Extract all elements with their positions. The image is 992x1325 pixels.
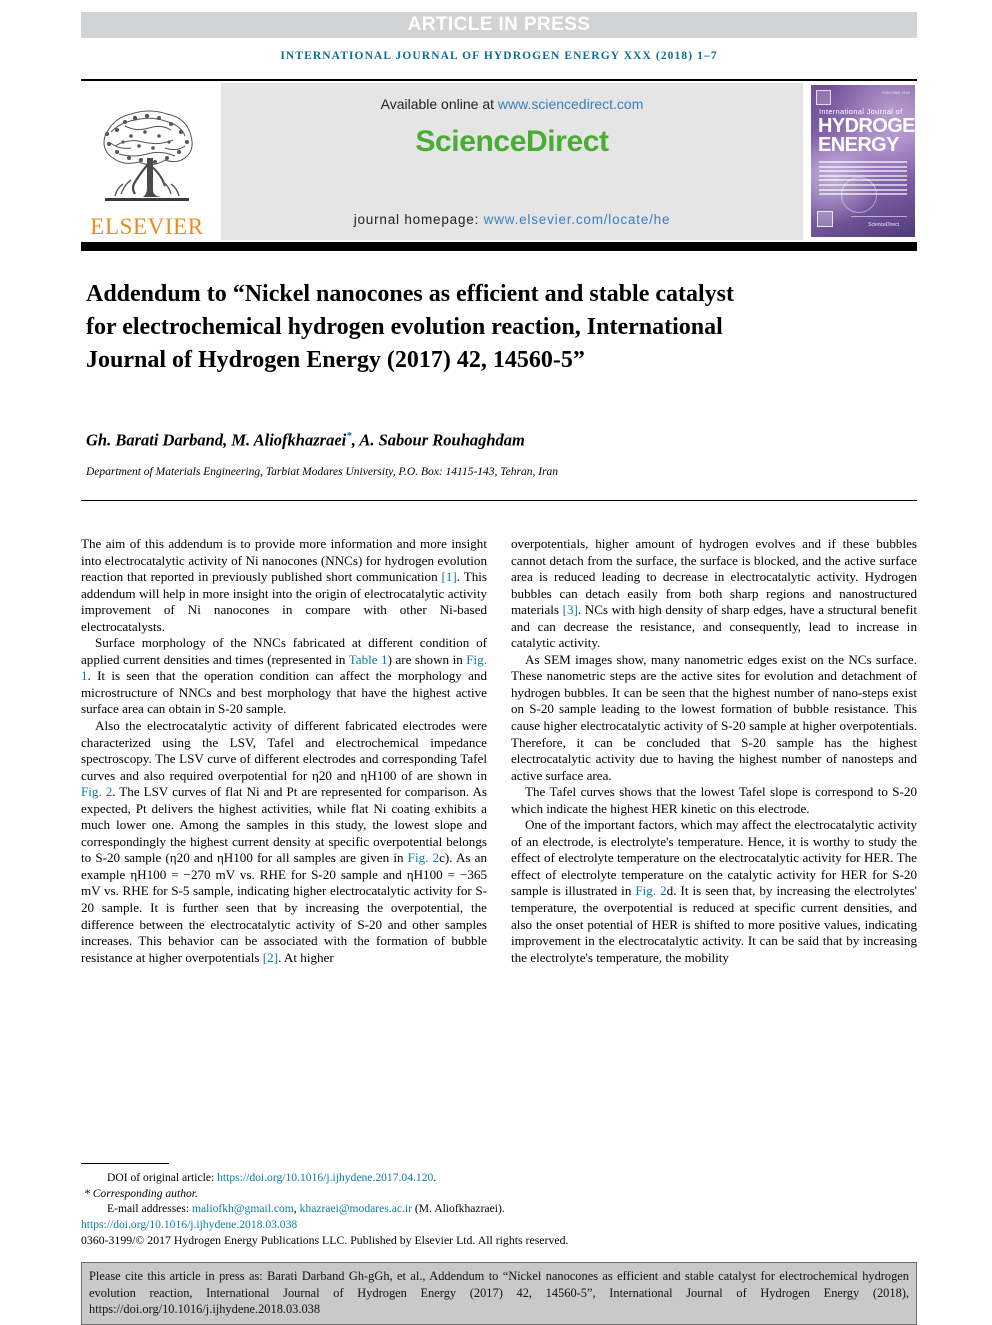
cover-hydrogen-word: HYDROGEN xyxy=(818,115,915,137)
body-column-right: overpotentials, higher amount of hydroge… xyxy=(511,536,917,966)
footnote-corresponding-author: * Corresponding author. xyxy=(84,1186,198,1200)
masthead-bottom-bar xyxy=(81,242,917,251)
journal-cover-image: ISSN 0360-3199 International Journal of … xyxy=(811,85,915,237)
hek-logo-bottom-icon xyxy=(817,211,833,227)
eta-100-symbol: ηH100 xyxy=(406,866,443,882)
figure-2d-link[interactable]: Fig. 2 xyxy=(635,883,666,898)
paragraph: Also the electrocatalytic activity of di… xyxy=(81,718,487,966)
journal-cover-block: ISSN 0360-3199 International Journal of … xyxy=(811,83,917,240)
figure-2-link[interactable]: Fig. 2 xyxy=(81,784,112,799)
paragraph: The aim of this addendum is to provide m… xyxy=(81,536,487,635)
elsevier-tree-icon xyxy=(103,110,193,201)
article-in-press-label: ARTICLE IN PRESS xyxy=(407,14,591,35)
authors-text-tail: , A. Sabour Rouhaghdam xyxy=(351,430,525,450)
text-run: DOI of original article: xyxy=(107,1171,218,1184)
affiliation: Department of Materials Engineering, Tar… xyxy=(86,466,559,478)
figure-2c-link[interactable]: Fig. 2 xyxy=(408,850,439,865)
running-head: INTERNATIONAL JOURNAL OF HYDROGEN ENERGY… xyxy=(280,50,718,62)
page-title: Addendum to “Nickel nanocones as efficie… xyxy=(86,281,735,374)
cite-this-article-box: Please cite this article in press as: Ba… xyxy=(81,1262,917,1325)
cover-circle-decoration xyxy=(841,177,877,213)
article-doi-link[interactable]: https://doi.org/10.1016/j.ijhydene.2018.… xyxy=(81,1218,297,1231)
paragraph: overpotentials, higher amount of hydroge… xyxy=(511,536,917,652)
footnote-rule xyxy=(81,1163,169,1164)
eta-20-symbol: η20 xyxy=(169,850,190,866)
table-1-link[interactable]: Table 1 xyxy=(349,652,388,667)
paragraph: Surface morphology of the NNCs fabricate… xyxy=(81,635,487,718)
footnote-doi-original: DOI of original article: https://doi.org… xyxy=(81,1170,921,1186)
body-column-left: The aim of this addendum is to provide m… xyxy=(81,536,487,966)
text-run: = −270 mV vs. RHE for S-20 sample and xyxy=(166,866,407,882)
footnote-block: DOI of original article: https://doi.org… xyxy=(81,1170,921,1249)
hek-logo-icon xyxy=(816,90,831,105)
available-online-line: Available online at www.sciencedirect.co… xyxy=(221,96,803,112)
eta-100-symbol: ηH100 xyxy=(360,767,397,783)
original-article-doi-link[interactable]: https://doi.org/10.1016/j.ijhydene.2017.… xyxy=(217,1171,433,1184)
sciencedirect-box: Available online at www.sciencedirect.co… xyxy=(221,83,803,240)
masthead-top-rule xyxy=(81,79,917,81)
cover-energy-word: ENERGY xyxy=(818,134,899,156)
article-in-press-banner: ARTICLE IN PRESS xyxy=(81,12,917,38)
text-run: . xyxy=(433,1171,437,1184)
cover-imprint: ScienceDirect xyxy=(868,222,899,228)
journal-homepage-label: journal homepage: xyxy=(353,212,484,227)
paragraph: One of the important factors, which may … xyxy=(511,817,917,966)
email-link-2[interactable]: khazraei@modares.ac.ir xyxy=(300,1202,412,1215)
text-run: and xyxy=(331,767,361,783)
text-run: ) are shown in xyxy=(387,651,467,667)
text-run: of are shown in xyxy=(396,767,487,783)
reference-link-3[interactable]: [3] xyxy=(563,602,578,617)
text-run: . At higher xyxy=(278,949,334,965)
text-run: and xyxy=(189,850,217,866)
reference-link-1[interactable]: [1] xyxy=(442,569,457,584)
author-list: Gh. Barati Darband, M. Aliofkhazraei*, A… xyxy=(86,430,886,451)
eta-20-symbol: η20 xyxy=(312,767,332,783)
cover-issn: ISSN 0360-3199 xyxy=(882,91,910,95)
text-run: Corresponding author. xyxy=(92,1186,198,1200)
footnote-emails: E-mail addresses: maliofkh@gmail.com, kh… xyxy=(81,1201,921,1217)
authors-text: Gh. Barati Darband, M. Aliofkhazraei xyxy=(86,430,347,450)
journal-homepage-link[interactable]: www.elsevier.com/locate/he xyxy=(484,212,671,227)
sciencedirect-link[interactable]: www.sciencedirect.com xyxy=(498,96,644,112)
reference-link-2[interactable]: [2] xyxy=(263,950,278,965)
journal-homepage-line: journal homepage: www.elsevier.com/locat… xyxy=(221,212,803,227)
text-run: E-mail addresses: xyxy=(107,1202,192,1216)
text-run: (M. Aliofkhazraei). xyxy=(411,1202,505,1216)
footnote-article-doi: https://doi.org/10.1016/j.ijhydene.2018.… xyxy=(81,1217,921,1233)
eta-100-symbol: ηH100 xyxy=(130,866,167,882)
elsevier-wordmark: ELSEVIER xyxy=(90,214,204,239)
available-online-label: Available online at xyxy=(380,96,498,112)
cover-divider xyxy=(851,216,907,217)
paragraph: The Tafel curves shows that the lowest T… xyxy=(511,784,917,816)
sciencedirect-logo: ScienceDirect xyxy=(415,125,609,158)
text-run: for all samples are given in xyxy=(252,850,408,866)
journal-masthead: ELSEVIER Available online at www.science… xyxy=(81,83,917,240)
text-run: The aim of this addendum is to provide m… xyxy=(81,536,487,585)
copyright-line: 0360-3199/© 2017 Hydrogen Energy Publica… xyxy=(81,1233,569,1248)
email-link-1[interactable]: maliofkh@gmail.com xyxy=(192,1202,294,1215)
affiliation-rule xyxy=(81,500,917,501)
text-run: . It is seen that the operation conditio… xyxy=(81,668,487,717)
elsevier-logo-block: ELSEVIER xyxy=(81,83,213,240)
eta-100-symbol: ηH100 xyxy=(216,850,253,866)
paragraph: As SEM images show, many nanometric edge… xyxy=(511,651,917,783)
article-page: ARTICLE IN PRESS INTERNATIONAL JOURNAL O… xyxy=(0,0,992,1325)
